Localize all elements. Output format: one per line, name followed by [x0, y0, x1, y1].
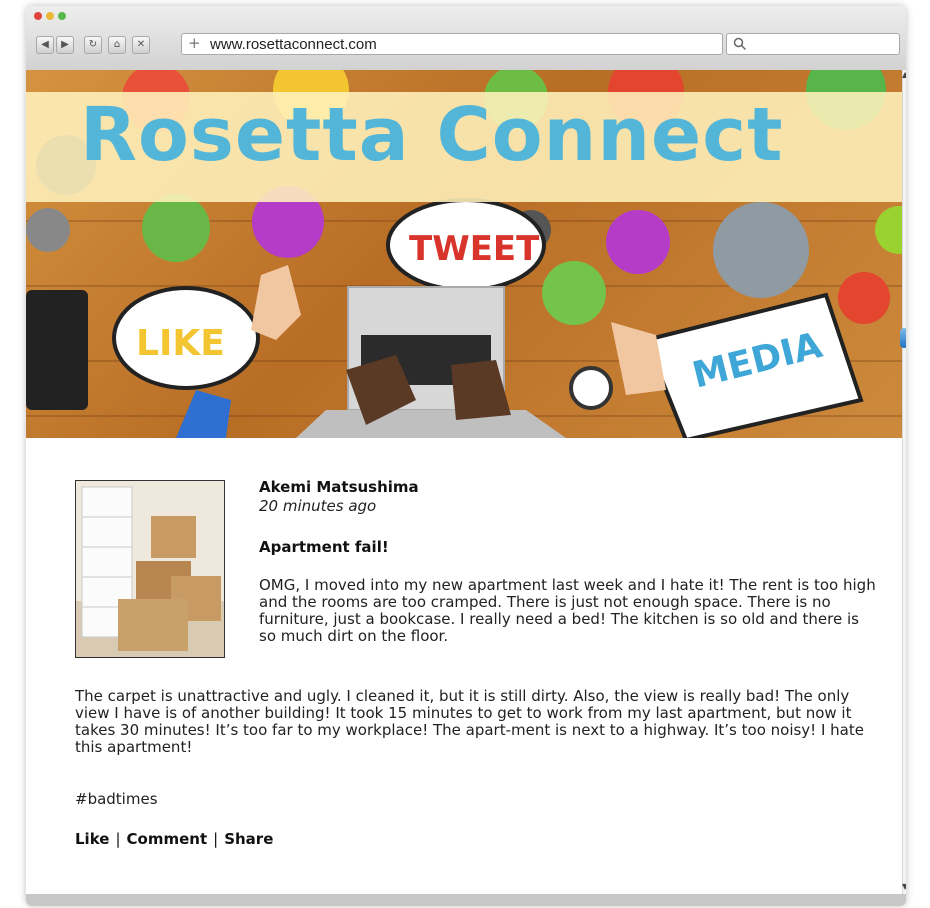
post-paragraph-1: OMG, I moved into my new apartment last …	[259, 576, 876, 645]
app-icon	[713, 202, 809, 298]
like-link[interactable]: Like	[75, 830, 109, 848]
post-title: Apartment fail!	[259, 538, 389, 556]
coffee-cup	[569, 366, 613, 410]
zoom-window-button[interactable]	[58, 12, 66, 20]
apartment-boxes-image	[76, 481, 224, 657]
action-separator: |	[115, 830, 121, 848]
app-icon	[838, 272, 890, 324]
app-icon	[26, 208, 70, 252]
page-viewport: TWEET LIKE MEDIA Rosetta Connect Akemi M…	[26, 70, 904, 896]
post-hashtag[interactable]: #badtimes	[75, 790, 158, 808]
forward-icon: ▶	[61, 39, 69, 50]
url-text: www.rosettaconnect.com	[210, 36, 377, 53]
site-title[interactable]: Rosetta Connect	[80, 98, 783, 172]
scroll-down-icon[interactable]: ▼	[902, 882, 906, 891]
magnifier-icon	[733, 37, 747, 51]
app-icon	[142, 194, 210, 262]
comment-link[interactable]: Comment	[127, 830, 208, 848]
close-icon: ✕	[136, 39, 146, 50]
person-sleeve	[176, 390, 231, 438]
scroll-thumb[interactable]	[900, 328, 906, 348]
bubble-tweet: TWEET	[409, 229, 540, 269]
share-link[interactable]: Share	[224, 830, 273, 848]
minimize-window-button[interactable]	[46, 12, 54, 20]
vertical-scrollbar[interactable]: ▲ ▼	[900, 70, 906, 896]
post-author[interactable]: Akemi Matsushima	[259, 478, 419, 496]
browser-toolbar: ◀ ▶ ↻ ⌂ ✕ + www.rosettaconnect.com	[26, 6, 906, 70]
scroll-up-icon[interactable]: ▲	[902, 70, 906, 79]
window-controls	[34, 12, 66, 20]
laptop-keyboard	[296, 410, 566, 438]
browser-window: ◀ ▶ ↻ ⌂ ✕ + www.rosettaconnect.com TWEET…	[26, 6, 906, 906]
tablet-device	[26, 290, 88, 410]
search-input[interactable]	[726, 33, 900, 55]
hero-banner: TWEET LIKE MEDIA Rosetta Connect	[26, 70, 904, 438]
post-paragraph-2: The carpet is unattractive and ugly. I c…	[75, 687, 864, 756]
back-icon: ◀	[41, 39, 49, 50]
browser-bottom-bar	[26, 894, 906, 906]
app-icon	[875, 206, 904, 254]
action-separator: |	[213, 830, 219, 848]
stop-button[interactable]: ✕	[132, 36, 150, 54]
app-icon	[606, 210, 670, 274]
post-timestamp: 20 minutes ago	[259, 497, 377, 515]
reload-icon: ↻	[88, 39, 98, 50]
app-icon	[542, 261, 606, 325]
forward-button[interactable]: ▶	[56, 36, 74, 54]
person-hand	[611, 322, 666, 395]
bubble-like: LIKE	[136, 323, 225, 364]
close-window-button[interactable]	[34, 12, 42, 20]
back-button[interactable]: ◀	[36, 36, 54, 54]
post-actions: Like | Comment | Share	[75, 830, 273, 848]
home-icon: ⌂	[113, 39, 121, 50]
home-button[interactable]: ⌂	[108, 36, 126, 54]
person-hand	[251, 265, 301, 340]
plus-icon: +	[188, 34, 201, 52]
reload-button[interactable]: ↻	[84, 36, 102, 54]
address-bar[interactable]: + www.rosettaconnect.com	[181, 33, 723, 55]
post-image	[75, 480, 225, 658]
